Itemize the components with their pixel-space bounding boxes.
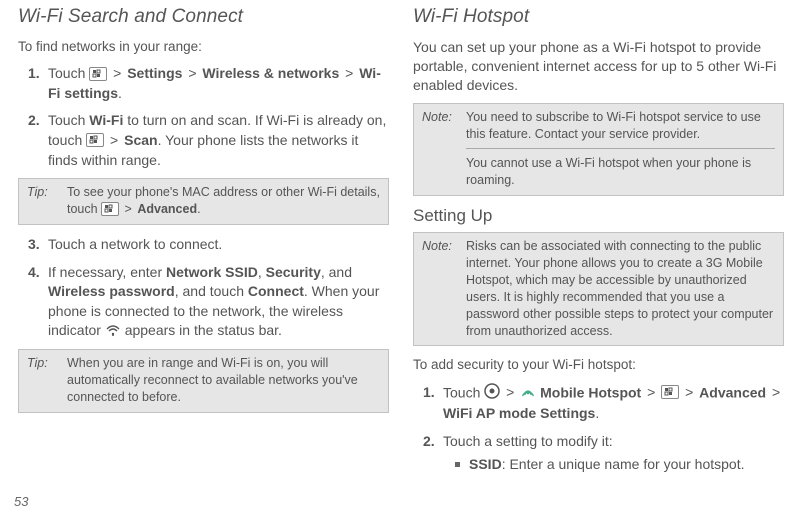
note-divider bbox=[466, 148, 775, 149]
r-s1-apmode: WiFi AP mode Settings bbox=[443, 405, 595, 421]
s2-scan: Scan bbox=[124, 132, 157, 148]
s4-a: If necessary, enter bbox=[48, 264, 166, 280]
step-3: 3. Touch a network to connect. bbox=[32, 235, 389, 255]
s4-ssid: Network SSID bbox=[166, 264, 258, 280]
r-step-1: 1. Touch > Mobile Hotspot > > Advanced >… bbox=[427, 383, 784, 424]
r-s2: Touch a setting to modify it: bbox=[443, 433, 613, 449]
s2-a: Touch bbox=[48, 112, 89, 128]
step-num-2: 2. bbox=[28, 111, 40, 131]
r-s1-a: Touch bbox=[443, 384, 484, 400]
s3: Touch a network to connect. bbox=[48, 236, 222, 252]
gt-2: > bbox=[188, 65, 196, 81]
note-1-body: You need to subscribe to Wi-Fi hotspot s… bbox=[466, 109, 775, 190]
note-2: Note: Risks can be associated with conne… bbox=[413, 232, 784, 346]
s2-wifi: Wi-Fi bbox=[89, 112, 123, 128]
s1-wireless: Wireless & networks bbox=[202, 65, 339, 81]
note-1: Note: You need to subscribe to Wi-Fi hot… bbox=[413, 103, 784, 197]
page-number: 53 bbox=[14, 494, 28, 509]
tip-2-body: When you are in range and Wi-Fi is on, y… bbox=[67, 355, 380, 406]
note1-body2: You cannot use a Wi-Fi hotspot when your… bbox=[466, 155, 775, 189]
note-2-body: Risks can be associated with connecting … bbox=[466, 238, 775, 339]
right-title: Wi-Fi Hotspot bbox=[413, 6, 784, 28]
note-1-label: Note: bbox=[422, 109, 460, 190]
r-s1-hotspot: Mobile Hotspot bbox=[540, 384, 641, 400]
step-4: 4. If necessary, enter Network SSID, Sec… bbox=[32, 263, 389, 342]
apps-icon bbox=[661, 385, 679, 399]
step-num-1: 1. bbox=[28, 64, 40, 84]
apps-icon bbox=[86, 133, 104, 147]
s4-e: , and touch bbox=[175, 283, 248, 299]
r-step-num-2: 2. bbox=[423, 432, 435, 452]
step-num-3: 3. bbox=[28, 235, 40, 255]
s1-a: Touch bbox=[48, 65, 89, 81]
gt-3: > bbox=[345, 65, 353, 81]
bullet-ssid: SSID bbox=[469, 456, 502, 472]
s4-security: Security bbox=[266, 264, 321, 280]
right-column: Wi-Fi Hotspot You can set up your phone … bbox=[413, 6, 784, 483]
right-steps: 1. Touch > Mobile Hotspot > > Advanced >… bbox=[413, 383, 784, 475]
tip-2-label: Tip: bbox=[27, 355, 61, 406]
ssid-bullet: SSID: Enter a unique name for your hotsp… bbox=[443, 455, 784, 475]
gt-r2: > bbox=[647, 384, 655, 400]
tip-1: Tip: To see your phone's MAC address or … bbox=[18, 178, 389, 225]
left-steps-cont: 3. Touch a network to connect. 4. If nec… bbox=[18, 235, 389, 341]
launcher-icon bbox=[484, 383, 500, 405]
step-2: 2. Touch Wi-Fi to turn on and scan. If W… bbox=[32, 111, 389, 170]
r-s1-advanced: Advanced bbox=[699, 384, 766, 400]
hotspot-icon bbox=[520, 384, 536, 404]
gt-r3: > bbox=[685, 384, 693, 400]
apps-icon bbox=[89, 67, 107, 81]
gt-5: > bbox=[125, 202, 132, 216]
left-column: Wi-Fi Search and Connect To find network… bbox=[18, 6, 389, 483]
right-intro2: To add security to your Wi-Fi hotspot: bbox=[413, 356, 784, 374]
tip-1-label: Tip: bbox=[27, 184, 61, 218]
s4-h: appears in the status bar. bbox=[125, 322, 282, 338]
note-2-label: Note: bbox=[422, 238, 460, 339]
setting-up-heading: Setting Up bbox=[413, 206, 784, 226]
s4-connect: Connect bbox=[248, 283, 304, 299]
tip-1-body: To see your phone's MAC address or other… bbox=[67, 184, 380, 218]
right-intro: You can set up your phone as a Wi-Fi hot… bbox=[413, 38, 784, 95]
r-step-2: 2. Touch a setting to modify it: SSID: E… bbox=[427, 432, 784, 475]
step-1: 1. Touch > Settings > Wireless & network… bbox=[32, 64, 389, 103]
gt-r4: > bbox=[772, 384, 780, 400]
comma-1: , bbox=[258, 264, 266, 280]
gt-1: > bbox=[113, 65, 121, 81]
left-title: Wi-Fi Search and Connect bbox=[18, 6, 389, 28]
wifi-icon bbox=[105, 322, 121, 342]
tip1-c: . bbox=[197, 202, 200, 216]
r-step-num-1: 1. bbox=[423, 383, 435, 403]
s1-settings: Settings bbox=[127, 65, 182, 81]
gt-r1: > bbox=[506, 384, 514, 400]
tip-2: Tip: When you are in range and Wi-Fi is … bbox=[18, 349, 389, 413]
apps-icon bbox=[101, 202, 119, 216]
tip1-advanced: Advanced bbox=[137, 202, 197, 216]
note1-body1: You need to subscribe to Wi-Fi hotspot s… bbox=[466, 109, 775, 143]
s4-password: Wireless password bbox=[48, 283, 175, 299]
bullet-ssid-desc: : Enter a unique name for your hotspot. bbox=[502, 456, 745, 472]
left-steps: 1. Touch > Settings > Wireless & network… bbox=[18, 64, 389, 170]
gt-4: > bbox=[110, 132, 118, 148]
step-num-4: 4. bbox=[28, 263, 40, 283]
left-intro: To find networks in your range: bbox=[18, 38, 389, 56]
